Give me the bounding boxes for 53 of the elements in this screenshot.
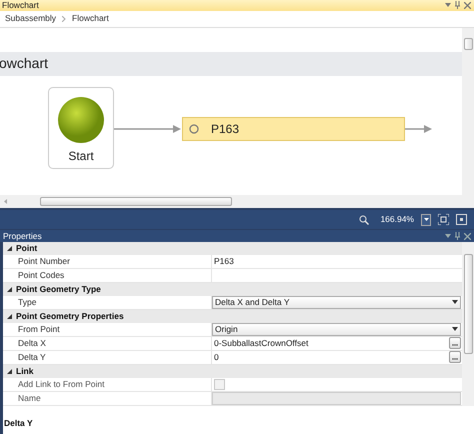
start-node[interactable]: Start [48,86,114,169]
description-title: Delta Y [4,418,33,428]
dropdown[interactable]: Delta X and Delta Y [212,296,461,309]
close-icon[interactable] [464,232,471,240]
category-label: Point Geometry Properties [16,310,124,323]
caret-icon [452,326,458,332]
zoom-dropdown-button[interactable] [421,214,431,226]
panel-title: Properties [3,232,42,240]
search-icon[interactable] [359,214,370,225]
property-label: Delta X [18,337,46,350]
circle-icon [189,124,199,134]
panel-title: Flowchart [2,1,39,10]
caret-icon [424,218,428,222]
pin-icon[interactable] [455,232,460,240]
caret-icon[interactable] [445,2,451,8]
property-label: From Point [18,323,60,336]
breadcrumb-link[interactable]: Subassembly [5,12,56,26]
dropdown[interactable]: Origin [212,322,461,336]
category-label: Point [16,242,38,255]
breadcrumb-link[interactable]: Flowchart [72,12,109,26]
fit-view-icon[interactable] [438,214,449,226]
pin-icon[interactable] [455,1,460,10]
property-label: Delta Y [18,351,46,364]
caret-icon [452,300,458,305]
category-label: Link [16,365,34,378]
arrow-connector [405,124,433,134]
start-circle-icon [57,96,105,144]
ellipsis-button[interactable] [449,351,461,364]
vertical-scrollbar[interactable] [462,28,474,208]
property-label: Point Number [18,255,70,268]
horizontal-scrollbar[interactable] [0,195,462,208]
caret-icon[interactable] [445,234,451,239]
ellipsis-icon [452,358,458,360]
frame-icon[interactable] [456,214,467,226]
chevron-icon [62,16,66,22]
collapse-icon[interactable] [7,246,12,251]
node-label: P163 [211,120,240,138]
property-label: Type [18,296,36,309]
close-icon[interactable] [464,2,471,9]
ellipsis-button[interactable] [449,337,461,350]
zoom-level: 166.94% [380,213,414,226]
property-label: Name [18,392,41,405]
collapse-icon[interactable] [7,368,12,374]
arrow-connector [114,124,182,134]
category-label: Point Geometry Type [16,283,101,296]
point-node[interactable]: P163 [182,116,405,141]
property-label: Add Link to From Point [18,378,104,391]
collapse-icon[interactable] [7,286,12,292]
ellipsis-icon [452,344,458,346]
property-label: Point Codes [18,269,64,282]
scroll-left-icon[interactable] [4,199,8,204]
node-label: Start [68,148,94,165]
collapse-icon[interactable] [7,314,12,319]
